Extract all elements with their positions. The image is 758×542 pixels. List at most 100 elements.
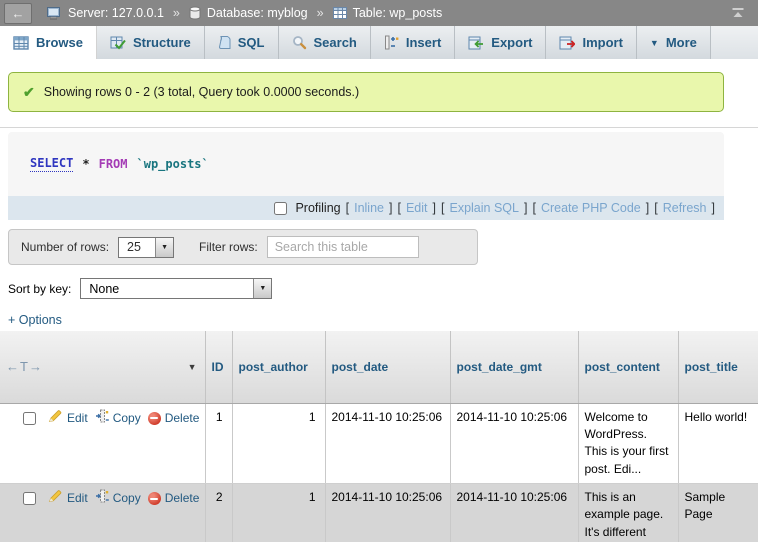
sort-by-key-row: Sort by key: None ▼ (8, 278, 758, 299)
chevron-down-icon: ▼ (650, 38, 659, 48)
bracket: ] (524, 201, 527, 215)
sort-by-key-label: Sort by key: (8, 282, 71, 296)
tab-browse[interactable]: Browse (0, 26, 97, 59)
cell-post-date-gmt: 2014-11-10 10:25:06 (450, 484, 578, 542)
copy-icon (95, 489, 109, 508)
table-icon (333, 7, 347, 19)
options-toggle-link[interactable]: + Options (8, 313, 62, 327)
inline-link[interactable]: Inline (354, 201, 384, 215)
bracket: [ (532, 201, 535, 215)
browse-icon (13, 36, 29, 50)
tab-label: Search (314, 35, 357, 50)
results-table: ←T→ ▼ ID post_author post_date post_date… (0, 331, 758, 542)
server-icon (47, 7, 62, 20)
copy-link: Copy (113, 490, 141, 507)
pencil-icon (48, 489, 63, 508)
collapse-to-top-icon[interactable] (730, 7, 746, 19)
status-message-text: Showing rows 0 - 2 (3 total, Query took … (44, 85, 359, 99)
tab-label: Import (582, 35, 622, 50)
copy-row-button[interactable]: Copy (95, 409, 141, 428)
edit-row-button[interactable]: Edit (48, 489, 88, 508)
delete-icon (148, 412, 161, 425)
edit-query-link[interactable]: Edit (406, 201, 428, 215)
filter-rows-input[interactable] (267, 236, 419, 258)
tab-structure[interactable]: Structure (97, 26, 205, 59)
tab-import[interactable]: Import (546, 26, 636, 59)
breadcrumb-separator: » (317, 6, 324, 20)
column-header-post-title[interactable]: post_title (678, 331, 758, 403)
delete-row-button[interactable]: Delete (148, 410, 200, 427)
column-header-post-content[interactable]: post_content (578, 331, 678, 403)
tab-label: Export (491, 35, 532, 50)
tabbar-filler (711, 26, 758, 59)
bracket: [ (654, 201, 657, 215)
breadcrumb-separator: » (173, 6, 180, 20)
tab-search[interactable]: Search (279, 26, 371, 59)
breadcrumb: ← Server: 127.0.0.1 » Database: myblog »… (0, 0, 758, 26)
tab-more[interactable]: ▼ More (637, 26, 711, 59)
cell-id: 1 (205, 403, 232, 484)
delete-row-button[interactable]: Delete (148, 490, 200, 507)
sort-by-key-select[interactable]: None ▼ (80, 278, 272, 299)
import-icon (559, 36, 575, 50)
cell-post-content: This is an example page. It's different … (578, 484, 678, 542)
copy-icon (95, 409, 109, 428)
number-of-rows-label: Number of rows: (21, 240, 109, 254)
bracket: [ (397, 201, 400, 215)
column-header-id[interactable]: ID (205, 331, 232, 403)
sql-icon (218, 35, 231, 50)
tab-label: More (666, 35, 697, 50)
tab-label: Insert (406, 35, 441, 50)
refresh-link[interactable]: Refresh (663, 201, 707, 215)
tab-export[interactable]: Export (455, 26, 546, 59)
explain-sql-link[interactable]: Explain SQL (449, 201, 518, 215)
cell-post-date: 2014-11-10 10:25:06 (325, 484, 450, 542)
structure-icon (110, 36, 126, 50)
table-row: Edit Copy Delete 1 1 2014-11-10 1 (0, 403, 758, 484)
breadcrumb-database[interactable]: Database: myblog (207, 6, 308, 20)
delete-icon (148, 492, 161, 505)
bracket: [ (441, 201, 444, 215)
filter-rows-label: Filter rows: (199, 240, 258, 254)
row-select-checkbox[interactable] (23, 412, 36, 425)
row-actions-header: ←T→ ▼ (0, 331, 205, 403)
sort-by-key-value: None (81, 279, 253, 298)
cell-post-content: Welcome to WordPress. This is your first… (578, 403, 678, 484)
query-box: SELECT * FROM `wp_posts` Profiling [ Inl… (8, 132, 724, 220)
bracket: ] (712, 201, 715, 215)
tab-insert[interactable]: Insert (371, 26, 455, 59)
cell-post-title: Hello world! (678, 403, 758, 484)
edit-row-button[interactable]: Edit (48, 409, 88, 428)
bracket: [ (346, 201, 349, 215)
profiling-checkbox[interactable] (274, 202, 287, 215)
phpmyadmin-window: ← Server: 127.0.0.1 » Database: myblog »… (0, 0, 758, 542)
insert-icon (384, 35, 399, 50)
sql-table-identifier: `wp_posts` (137, 157, 209, 171)
number-of-rows-value: 25 (119, 238, 155, 257)
copy-row-button[interactable]: Copy (95, 489, 141, 508)
back-arrow-button[interactable]: ← (4, 3, 32, 24)
export-icon (468, 36, 484, 50)
pencil-icon (48, 409, 63, 428)
create-php-code-link[interactable]: Create PHP Code (541, 201, 641, 215)
breadcrumb-table[interactable]: Table: wp_posts (353, 6, 443, 20)
success-check-icon: ✔ (23, 84, 35, 101)
row-actions-cell: Edit Copy Delete (0, 403, 205, 484)
tab-sql[interactable]: SQL (205, 26, 279, 59)
number-of-rows-select[interactable]: 25 ▼ (118, 237, 174, 258)
cell-post-title: Sample Page (678, 484, 758, 542)
row-actions-cell: Edit Copy Delete (0, 484, 205, 542)
tab-bar: Browse Structure SQL Search Insert (0, 26, 758, 59)
bracket: ] (646, 201, 649, 215)
database-icon (189, 6, 201, 20)
tab-label: SQL (238, 35, 265, 50)
column-header-post-date-gmt[interactable]: post_date_gmt (450, 331, 578, 403)
column-header-post-author[interactable]: post_author (232, 331, 325, 403)
transpose-icon[interactable]: ←T→ (6, 359, 43, 374)
rows-filter-bar: Number of rows: 25 ▼ Filter rows: (8, 229, 478, 265)
sort-dropdown-icon[interactable]: ▼ (188, 362, 197, 372)
table-header-row: ←T→ ▼ ID post_author post_date post_date… (0, 331, 758, 403)
breadcrumb-server[interactable]: Server: 127.0.0.1 (68, 6, 164, 20)
row-select-checkbox[interactable] (23, 492, 36, 505)
column-header-post-date[interactable]: post_date (325, 331, 450, 403)
